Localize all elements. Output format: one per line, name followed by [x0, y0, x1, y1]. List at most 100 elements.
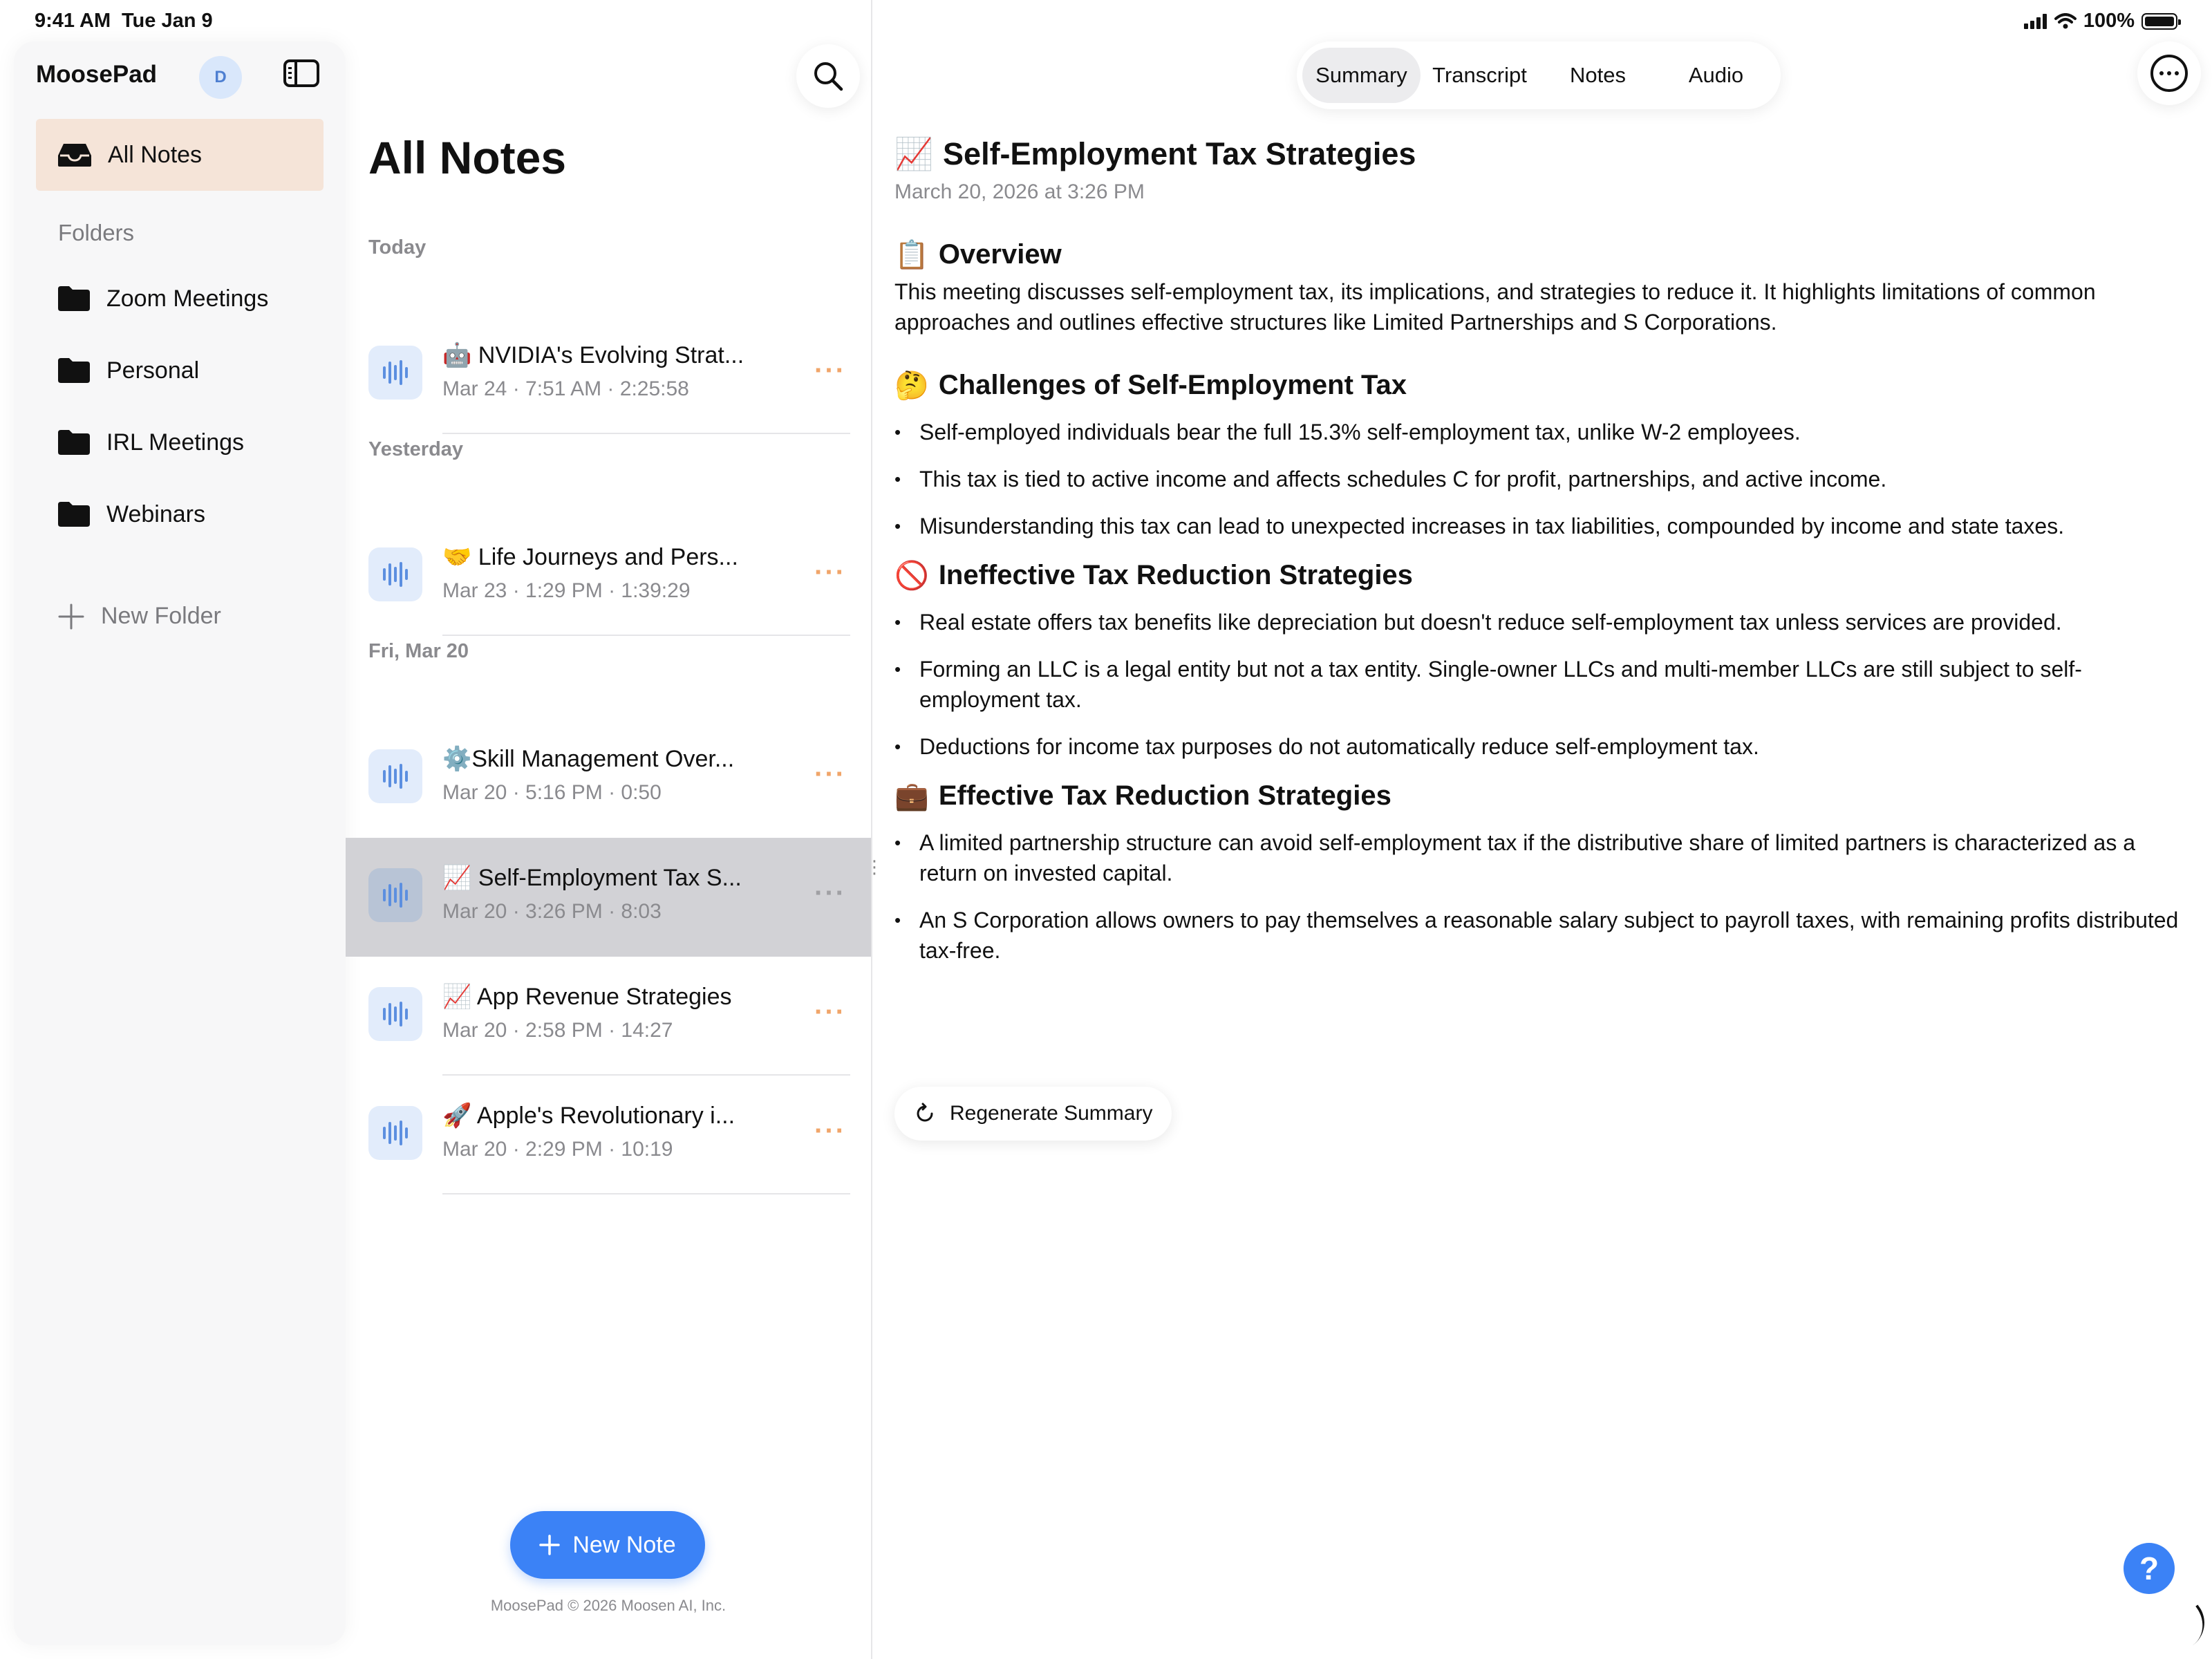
folder-icon	[58, 286, 90, 311]
search-icon	[814, 62, 843, 91]
folder-label: IRL Meetings	[106, 429, 245, 456]
regenerate-summary-button[interactable]: Regenerate Summary	[894, 1087, 1172, 1141]
note-list-item[interactable]: 🤖 NVIDIA's Evolving Strat... Mar 24 · 7:…	[346, 315, 871, 434]
section-heading: 💼 Effective Tax Reduction Strategies	[894, 780, 1391, 812]
note-meta: Mar 20 · 2:58 PM · 14:27	[442, 1019, 673, 1042]
audio-waveform-icon	[368, 346, 422, 400]
section-label-fri-mar-20: Fri, Mar 20	[368, 640, 469, 662]
bullet-item: Self-employed individuals bear the full …	[894, 417, 2187, 447]
divider	[442, 433, 850, 434]
search-button[interactable]	[796, 44, 860, 108]
note-title: 🚀 Apple's Revolutionary i...	[442, 1102, 735, 1130]
more-options-button[interactable]	[2137, 41, 2201, 105]
section-paragraph: This meeting discusses self-employment t…	[894, 279, 2096, 335]
audio-waveform-icon	[368, 547, 422, 601]
audio-waveform-icon	[368, 987, 422, 1041]
divider	[442, 1193, 850, 1194]
plus-icon	[58, 603, 84, 629]
new-note-button[interactable]: New Note	[510, 1511, 705, 1579]
section-label-today: Today	[368, 236, 427, 259]
more-options-button[interactable]: ···	[814, 759, 846, 790]
note-meta: Mar 24 · 7:51 AM · 2:25:58	[442, 377, 689, 400]
summary-section-effective: 💼 Effective Tax Reduction Strategies A l…	[894, 780, 2187, 966]
chart-emoji-icon: 📈	[894, 135, 934, 172]
new-note-label: New Note	[572, 1531, 676, 1558]
section-label-yesterday: Yesterday	[368, 438, 464, 460]
folders-heading: Folders	[58, 220, 135, 245]
page-title: All Notes	[368, 132, 567, 183]
summary-section-overview: 📋 Overview This meeting discusses self-e…	[894, 238, 2187, 337]
note-emoji: 🤝	[442, 543, 472, 571]
regenerate-label: Regenerate Summary	[950, 1102, 1153, 1125]
summary-section-ineffective: 🚫 Ineffective Tax Reduction Strategies R…	[894, 559, 2187, 762]
summary-section-challenges: 🤔 Challenges of Self-Employment Tax Self…	[894, 369, 2187, 541]
note-list-item[interactable]: ⚙️Skill Management Over... Mar 20 · 5:16…	[346, 719, 871, 838]
inbox-icon	[58, 144, 91, 167]
note-title: 📈 Self-Employment Tax S...	[442, 864, 742, 892]
more-options-button[interactable]: ···	[814, 1116, 846, 1147]
avatar[interactable]: D	[199, 56, 242, 99]
note-list-item[interactable]: 🚀 Apple's Revolutionary i... Mar 20 · 2:…	[346, 1076, 871, 1194]
thinking-emoji-icon: 🤔	[894, 370, 929, 402]
tab-notes[interactable]: Notes	[1539, 48, 1657, 103]
summary-content: 📈 Self-Employment Tax Strategies March 2…	[894, 135, 2187, 982]
note-emoji: 🚀	[442, 1102, 472, 1130]
sidebar-toggle-icon[interactable]	[283, 59, 319, 87]
clipboard-emoji-icon: 📋	[894, 239, 929, 271]
audio-waveform-icon	[368, 868, 422, 922]
bullet-item: Real estate offers tax benefits like dep…	[894, 607, 2187, 637]
app-name: MoosePad	[36, 61, 158, 88]
note-title: ⚙️Skill Management Over...	[442, 745, 735, 773]
section-heading: 📋 Overview	[894, 239, 1062, 271]
ellipsis-circle-icon	[2150, 55, 2188, 92]
folder-icon	[58, 430, 90, 455]
sidebar-item-zoom-meetings[interactable]: Zoom Meetings	[57, 285, 268, 312]
briefcase-emoji-icon: 💼	[894, 780, 929, 812]
new-folder-button[interactable]: New Folder	[58, 603, 221, 630]
more-options-button[interactable]: ···	[814, 355, 846, 386]
more-options-button[interactable]: ···	[814, 878, 846, 909]
view-tabs: Summary Transcript Notes Audio	[1297, 41, 1781, 109]
note-title: 🤝 Life Journeys and Pers...	[442, 543, 738, 571]
status-time: 9:41 AM	[35, 10, 111, 32]
notes-list-column: All Notes Today 🤖 NVIDIA's Evolving Stra…	[346, 41, 883, 1659]
divider	[442, 635, 850, 636]
note-meta: Mar 20 · 5:16 PM · 0:50	[442, 781, 662, 804]
resize-corner-icon	[2173, 1604, 2212, 1647]
bullet-list: Real estate offers tax benefits like dep…	[894, 607, 2187, 762]
note-detail-pane: Summary Transcript Notes Audio 📈 Self-Em…	[872, 0, 2212, 1659]
note-emoji: 📈	[442, 983, 472, 1011]
note-list-item[interactable]: 🤝 Life Journeys and Pers... Mar 23 · 1:2…	[346, 517, 871, 636]
note-date: March 20, 2026 at 3:26 PM	[894, 180, 1145, 203]
new-folder-label: New Folder	[101, 603, 221, 629]
sidebar-item-personal[interactable]: Personal	[57, 357, 199, 384]
bullet-item: Forming an LLC is a legal entity but not…	[894, 654, 2187, 715]
bullet-item: Misunderstanding this tax can lead to un…	[894, 511, 2187, 541]
note-meta: Mar 23 · 1:29 PM · 1:39:29	[442, 579, 691, 602]
more-options-button[interactable]: ···	[814, 557, 846, 588]
sidebar-item-all-notes[interactable]: All Notes	[36, 119, 324, 191]
folder-label: Zoom Meetings	[106, 285, 269, 312]
sidebar-item-irl-meetings[interactable]: IRL Meetings	[57, 429, 244, 456]
note-list-item[interactable]: 📈 App Revenue Strategies Mar 20 · 2:58 P…	[346, 957, 871, 1076]
sidebar-item-webinars[interactable]: Webinars	[57, 500, 205, 528]
bullet-item: This tax is tied to active income and af…	[894, 464, 2187, 494]
folder-icon	[58, 358, 90, 383]
folder-label: Webinars	[106, 500, 205, 527]
note-title: 📈 App Revenue Strategies	[442, 983, 732, 1011]
note-meta: Mar 20 · 2:29 PM · 10:19	[442, 1138, 673, 1161]
copyright-text: MoosePad © 2026 Moosen AI, Inc.	[490, 1597, 727, 1614]
help-button[interactable]: ?	[2124, 1543, 2175, 1594]
note-emoji: 🤖	[442, 341, 472, 369]
more-options-button[interactable]: ···	[814, 997, 846, 1028]
tab-transcript[interactable]: Transcript	[1421, 48, 1539, 103]
folder-icon	[58, 502, 90, 527]
tab-audio[interactable]: Audio	[1657, 48, 1775, 103]
tab-summary[interactable]: Summary	[1302, 48, 1421, 103]
bullet-list: A limited partnership structure can avoi…	[894, 827, 2187, 966]
note-list-item-selected[interactable]: 📈 Self-Employment Tax S... Mar 20 · 3:26…	[346, 838, 871, 957]
bullet-item: Deductions for income tax purposes do no…	[894, 731, 2187, 762]
sidebar: MoosePad D All Notes Folders Zoom Meetin…	[14, 41, 346, 1645]
plus-icon	[539, 1535, 561, 1555]
note-title-heading: 📈 Self-Employment Tax Strategies	[894, 135, 1416, 172]
